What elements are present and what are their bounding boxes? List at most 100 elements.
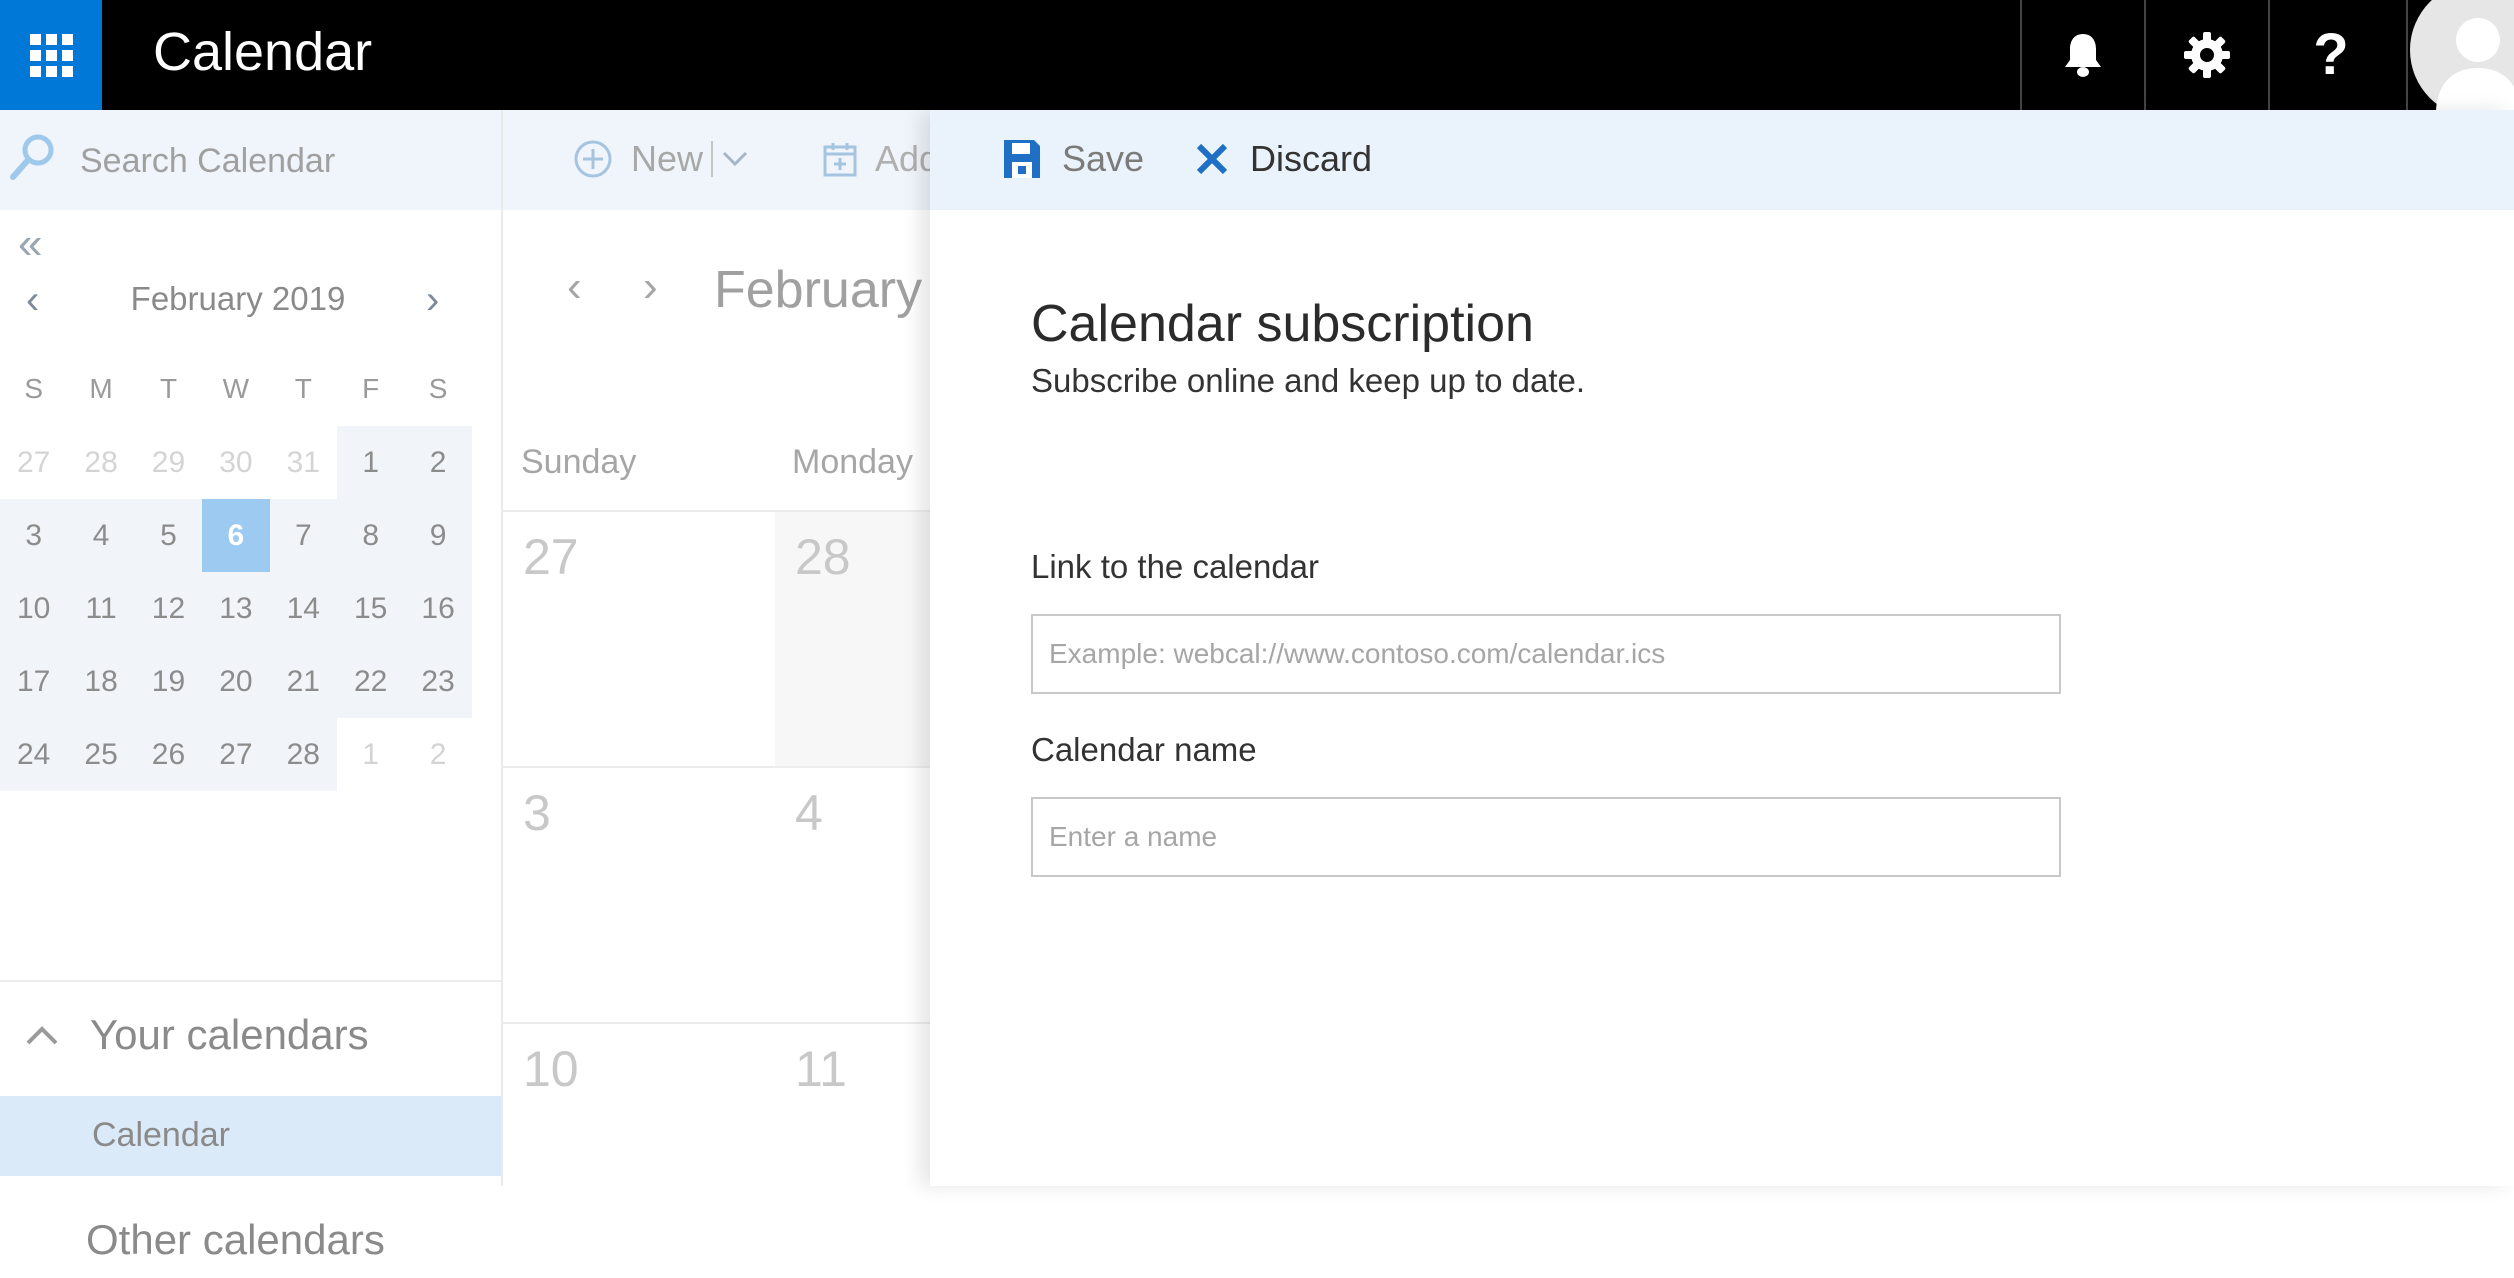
calendar-month-title: February	[714, 261, 923, 319]
chevron-up-icon	[26, 1026, 58, 1045]
discard-label: Discard	[1250, 138, 1373, 179]
mini-calendar-day[interactable]: 21	[269, 645, 337, 718]
calendar-day-number: 4	[795, 785, 823, 841]
calendar-add-icon	[823, 143, 857, 177]
mini-calendar-day[interactable]: 31	[270, 426, 337, 499]
mini-calendar-day[interactable]: 27	[0, 426, 67, 499]
weekday-label: M	[89, 373, 113, 404]
main-calendar-view: New Add calendar ‹ › February Sunday Mon…	[503, 110, 1047, 1186]
search-bar	[0, 110, 501, 210]
panel-command-bar: Save Discard	[930, 110, 2514, 210]
calendar-day-number: 10	[523, 1041, 579, 1097]
new-event-label: New	[631, 138, 704, 179]
calendar-prev-button[interactable]: ‹	[567, 265, 582, 309]
app-launcher-icon	[29, 33, 73, 77]
mini-calendar-month-label: February 2019	[130, 280, 346, 317]
your-calendars-toggle[interactable]: Your calendars	[24, 1000, 369, 1070]
add-calendar-label: Add calendar	[875, 138, 933, 179]
mini-calendar-day[interactable]: 24	[0, 718, 68, 791]
mini-calendar-day[interactable]: 20	[202, 645, 270, 718]
mini-calendar-day[interactable]: 12	[134, 572, 203, 645]
command-bar: New Add calendar	[503, 110, 933, 210]
discard-button[interactable]: Discard	[1196, 138, 1372, 180]
calendar-subscription-panel: Save Discard Calendar subscription Subsc…	[930, 110, 2514, 1186]
app-launcher-button[interactable]	[0, 0, 102, 110]
mini-calendar-day[interactable]: 3	[0, 499, 68, 572]
other-calendars-toggle[interactable]: Other calendars	[86, 1216, 385, 1264]
mini-calendar-day[interactable]: 10	[0, 572, 68, 645]
help-button[interactable]: ?	[2268, 0, 2392, 110]
mini-calendar-day[interactable]: 22	[337, 645, 405, 718]
app-title: Calendar	[153, 22, 373, 82]
calendar-day-number: 3	[523, 785, 551, 841]
mini-calendar-day[interactable]: 1	[337, 718, 404, 791]
pane-divider	[0, 980, 501, 982]
mini-calendar-prev-button[interactable]: ‹	[26, 280, 39, 320]
mini-calendar-day[interactable]: 2	[404, 426, 472, 499]
collapse-pane-button[interactable]: «	[18, 222, 42, 266]
mini-calendar-today[interactable]: 6	[202, 499, 270, 572]
notifications-button[interactable]	[2020, 0, 2144, 110]
calendar-folder-label: Calendar	[92, 1116, 230, 1154]
mini-calendar-day[interactable]: 4	[67, 499, 135, 572]
mini-calendar-day[interactable]: 28	[67, 426, 134, 499]
new-event-button[interactable]: New	[573, 138, 749, 180]
weekday-label: W	[222, 373, 250, 404]
calendar-next-button[interactable]: ›	[643, 265, 658, 309]
save-button[interactable]: Save	[1004, 138, 1144, 180]
mini-calendar-day[interactable]: 29	[135, 426, 202, 499]
calendar-day-number: 27	[523, 529, 579, 585]
calendar-day-number: 11	[795, 1041, 847, 1097]
name-field-label: Calendar name	[1031, 731, 1257, 768]
mini-calendar-day[interactable]: 25	[67, 718, 135, 791]
mini-calendar-day[interactable]: 19	[134, 645, 203, 718]
add-calendar-button[interactable]: Add calendar	[823, 138, 933, 180]
your-calendars-label: Your calendars	[90, 1011, 369, 1058]
mini-calendar-day[interactable]: 28	[269, 718, 337, 791]
save-label: Save	[1062, 138, 1145, 179]
mini-calendar-day[interactable]: 27	[202, 718, 270, 791]
calendar-name-input[interactable]	[1031, 797, 2061, 877]
mini-calendar-day[interactable]: 14	[269, 572, 337, 645]
close-icon	[1196, 143, 1228, 175]
calendar-day-cell[interactable]: 10	[503, 1022, 775, 1278]
plus-circle-icon	[574, 140, 612, 178]
chevron-down-icon[interactable]	[721, 149, 749, 169]
mini-calendar-day[interactable]: 26	[134, 718, 203, 791]
mini-calendar-day[interactable]: 30	[202, 426, 269, 499]
calendar-link-input[interactable]	[1031, 614, 2061, 694]
account-avatar[interactable]	[2406, 0, 2514, 110]
bell-icon	[2065, 34, 2101, 77]
mini-calendar-day[interactable]: 2	[404, 718, 471, 791]
mini-calendar-day[interactable]: 13	[202, 572, 270, 645]
mini-calendar-day[interactable]: 11	[67, 572, 135, 645]
weekday-label: F	[362, 373, 380, 404]
search-input[interactable]	[78, 136, 478, 186]
avatar-icon	[2410, 0, 2514, 110]
mini-calendar-day[interactable]: 16	[404, 572, 472, 645]
weekday-label: T	[294, 373, 312, 404]
top-bar: Calendar ?	[0, 0, 2514, 110]
mini-calendar-day[interactable]: 18	[67, 645, 135, 718]
calendar-day-number: 28	[795, 529, 851, 585]
calendar-folder-item[interactable]: Calendar	[0, 1096, 501, 1176]
calendar-day-cell[interactable]: 3	[503, 766, 775, 1022]
split-divider	[711, 141, 714, 177]
day-column-header: Sunday	[521, 443, 637, 481]
mini-calendar-next-button[interactable]: ›	[426, 280, 439, 320]
mini-calendar-day[interactable]: 23	[404, 645, 472, 718]
mini-calendar-day[interactable]: 7	[269, 499, 337, 572]
weekday-label: S	[428, 373, 448, 404]
weekday-label: S	[24, 373, 44, 404]
gear-icon	[2184, 32, 2230, 78]
settings-button[interactable]	[2144, 0, 2268, 110]
mini-calendar-day[interactable]: 15	[337, 572, 405, 645]
mini-calendar-day[interactable]: 17	[0, 645, 68, 718]
mini-calendar-day[interactable]: 9	[404, 499, 472, 572]
calendar-day-cell[interactable]: 27	[503, 510, 775, 766]
panel-title: Calendar subscription	[1031, 295, 1534, 353]
mini-calendar-day[interactable]: 5	[134, 499, 203, 572]
left-pane: « February 2019 ‹ › S M T W T F S 27 28 …	[0, 110, 503, 1263]
mini-calendar-day[interactable]: 8	[337, 499, 405, 572]
mini-calendar-day[interactable]: 1	[337, 426, 405, 499]
